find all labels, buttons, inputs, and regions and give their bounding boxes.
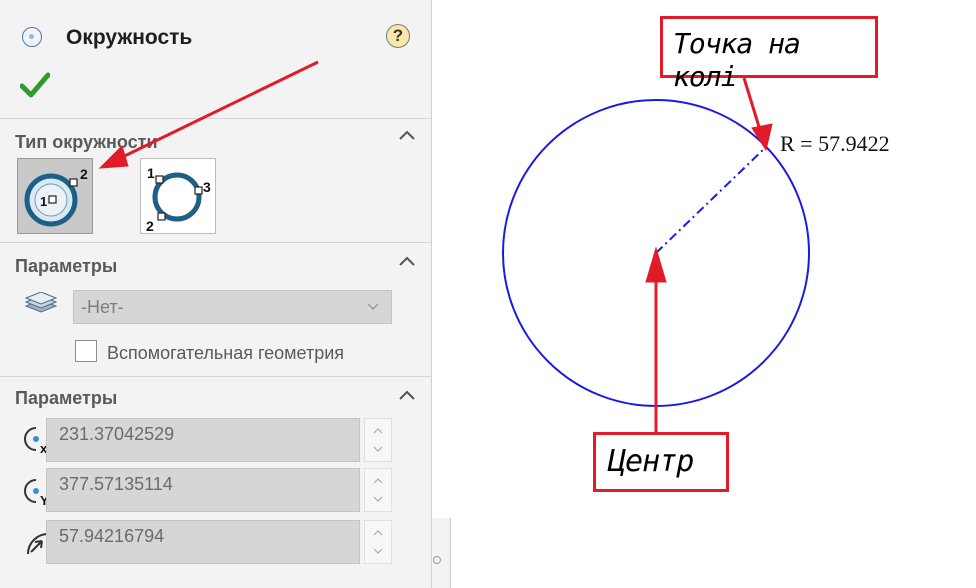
arrow-to-button [105,60,319,167]
arrow-to-center-head [645,246,667,283]
annotation-arrows [98,60,773,432]
radius-dimension-label[interactable]: R = 57.9422 [780,131,890,157]
sketch-canvas[interactable] [0,0,976,588]
point-on-circle-callout: Точка на колі [660,16,878,93]
arrow-to-button-head [98,145,129,169]
radius-construction-line [655,146,767,254]
center-callout: Центр [593,432,729,492]
